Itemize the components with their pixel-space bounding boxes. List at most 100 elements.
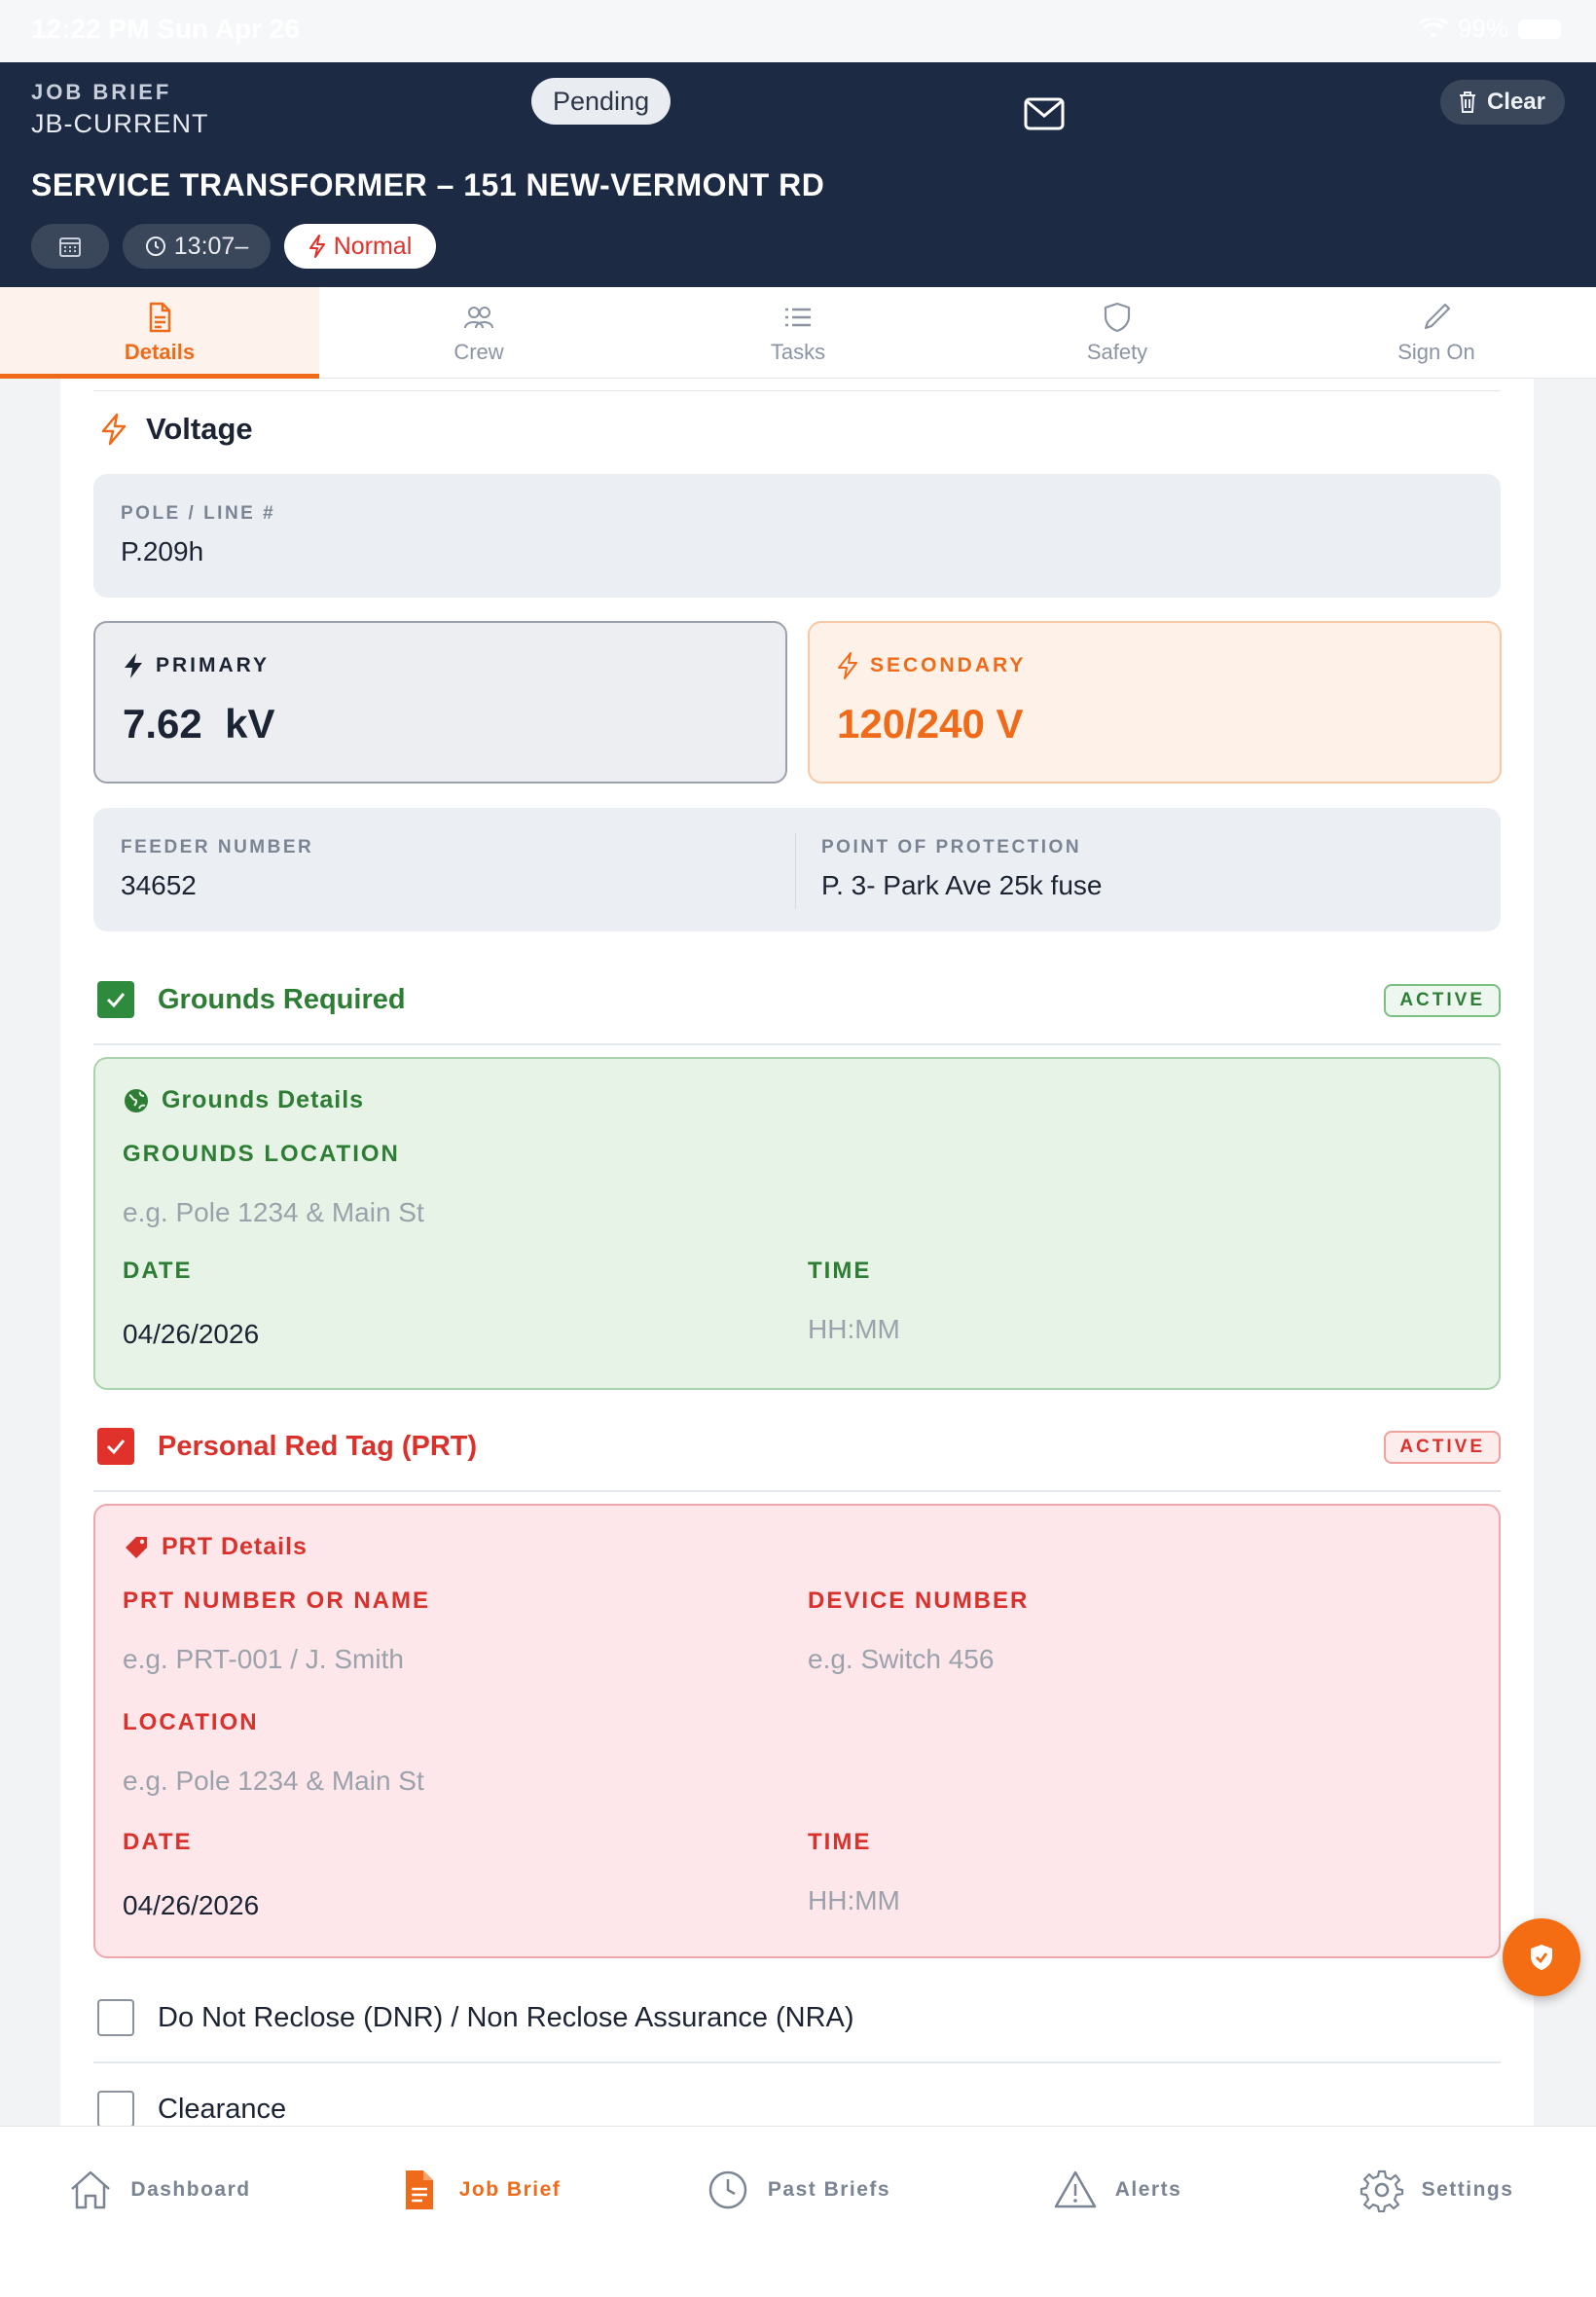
clearance-label: Clearance xyxy=(158,2093,287,2125)
clear-button[interactable]: Clear xyxy=(1439,80,1565,125)
secondary-value: 120/240 V xyxy=(837,701,1024,747)
lightning-icon xyxy=(308,235,325,258)
feeder-field[interactable]: FEEDER NUMBER 34652 xyxy=(121,837,313,901)
wifi-icon xyxy=(1418,18,1448,38)
time-chip-label: 13:07– xyxy=(173,232,249,260)
nav-settings-label: Settings xyxy=(1421,2178,1514,2201)
secondary-voltage-card[interactable]: SECONDARY 120/240 V xyxy=(808,621,1502,784)
tab-tasks[interactable]: Tasks xyxy=(638,287,958,379)
tag-icon xyxy=(126,1536,147,1558)
document-icon xyxy=(149,302,171,333)
safety-fab-button[interactable] xyxy=(1503,1918,1580,1996)
shield-icon xyxy=(1104,302,1131,333)
prt-time-label: TIME xyxy=(808,1829,872,1855)
nav-past-briefs-label: Past Briefs xyxy=(767,2178,891,2201)
nav-alerts[interactable]: Alerts xyxy=(958,2127,1277,2253)
prt-date-label: DATE xyxy=(123,1829,193,1855)
checkmark-icon xyxy=(106,993,126,1008)
checkmark-icon xyxy=(106,1440,126,1455)
feeder-protection-box: FEEDER NUMBER 34652 POINT OF PROTECTION … xyxy=(93,808,1501,931)
status-badge[interactable]: Pending xyxy=(531,78,671,125)
clock-icon xyxy=(708,2170,747,2209)
priority-chip[interactable]: Normal xyxy=(284,224,436,269)
tab-details[interactable]: Details xyxy=(0,287,319,379)
nav-job-brief[interactable]: Job Brief xyxy=(319,2127,638,2253)
feeder-label: FEEDER NUMBER xyxy=(121,837,314,857)
primary-voltage-card[interactable]: PRIMARY 7.62 kV xyxy=(93,621,787,784)
grounds-required-label: Grounds Required xyxy=(158,983,406,1015)
primary-value: 7.62 kV xyxy=(123,701,275,747)
nav-dashboard-label: Dashboard xyxy=(130,2178,251,2201)
device-number-label: DEVICE NUMBER xyxy=(808,1587,1030,1614)
trash-icon xyxy=(1459,91,1475,113)
status-bar: 12:22 PM Sun Apr 26 99% xyxy=(0,0,1596,62)
prt-details-panel: PRT Details PRT NUMBER OR NAME e.g. PRT-… xyxy=(93,1504,1501,1958)
page-title: SERVICE TRANSFORMER – 151 NEW-VERMONT RD xyxy=(31,167,825,202)
dnr-label: Do Not Reclose (DNR) / Non Reclose Assur… xyxy=(158,2001,854,2033)
prt-location-input[interactable]: e.g. Pole 1234 & Main St xyxy=(123,1766,424,1797)
prt-row[interactable]: Personal Red Tag (PRT) xyxy=(97,1427,477,1466)
tab-safety[interactable]: Safety xyxy=(958,287,1277,379)
prt-number-input[interactable]: e.g. PRT-001 / J. Smith xyxy=(123,1644,404,1675)
prt-date-input[interactable]: 04/26/2026 xyxy=(123,1890,259,1921)
grounds-date-input[interactable]: 04/26/2026 xyxy=(123,1319,259,1350)
grounds-checkbox[interactable] xyxy=(97,981,134,1018)
clearance-row[interactable]: Clearance xyxy=(97,2090,286,2126)
prt-status-badge: ACTIVE xyxy=(1384,1431,1501,1464)
lightning-icon xyxy=(125,653,142,678)
tab-sign-on[interactable]: Sign On xyxy=(1277,287,1596,379)
secondary-label: SECONDARY xyxy=(870,654,1027,676)
prt-time-input[interactable]: HH:MM xyxy=(808,1885,900,1916)
nav-alerts-label: Alerts xyxy=(1114,2178,1182,2201)
dnr-row[interactable]: Do Not Reclose (DNR) / Non Reclose Assur… xyxy=(97,1998,854,2037)
nav-past-briefs[interactable]: Past Briefs xyxy=(638,2127,958,2253)
voltage-title: Voltage xyxy=(146,412,253,446)
nav-dashboard[interactable]: Dashboard xyxy=(0,2127,319,2253)
prt-checkbox[interactable] xyxy=(97,1428,134,1465)
home-icon xyxy=(71,2170,111,2209)
clock-icon xyxy=(145,237,165,256)
divider xyxy=(93,1043,1501,1045)
grounds-location-label: GROUNDS LOCATION xyxy=(123,1141,400,1167)
list-icon xyxy=(785,308,811,327)
protection-field[interactable]: POINT OF PROTECTION P. 3- Park Ave 25k f… xyxy=(821,837,1102,901)
lightning-icon xyxy=(101,413,127,446)
grounds-time-input[interactable]: HH:MM xyxy=(808,1314,900,1345)
tab-safety-label: Safety xyxy=(1086,340,1148,364)
feeder-value: 34652 xyxy=(121,870,197,900)
prt-label: Personal Red Tag (PRT) xyxy=(158,1430,478,1462)
nav-settings[interactable]: Settings xyxy=(1277,2127,1596,2253)
protection-label: POINT OF PROTECTION xyxy=(821,837,1082,857)
tab-crew-label: Crew xyxy=(453,340,504,364)
bottom-nav: Dashboard Job Brief Past Briefs Alerts S… xyxy=(0,2126,1596,2297)
tab-sign-on-label: Sign On xyxy=(1397,340,1475,364)
prt-details-title: PRT Details xyxy=(162,1533,308,1560)
clearance-checkbox[interactable] xyxy=(97,2091,134,2126)
grounds-status-badge: ACTIVE xyxy=(1384,984,1501,1017)
mail-icon[interactable] xyxy=(1024,97,1065,130)
nav-job-brief-label: Job Brief xyxy=(458,2178,562,2201)
priority-label: Normal xyxy=(333,232,413,260)
date-chip[interactable] xyxy=(31,224,109,269)
job-brief-icon xyxy=(405,2170,433,2209)
pole-line-field[interactable]: POLE / LINE # P.209h xyxy=(93,474,1501,598)
dnr-checkbox[interactable] xyxy=(97,1999,134,2036)
tab-crew[interactable]: Crew xyxy=(319,287,638,379)
prt-number-label: PRT NUMBER OR NAME xyxy=(123,1587,430,1614)
grounds-required-row[interactable]: Grounds Required xyxy=(97,980,406,1019)
device-number-input[interactable]: e.g. Switch 456 xyxy=(808,1644,994,1675)
tab-tasks-label: Tasks xyxy=(770,340,826,364)
shield-check-icon xyxy=(1531,1945,1552,1970)
time-chip[interactable]: 13:07– xyxy=(123,224,271,269)
clear-label: Clear xyxy=(1486,89,1545,115)
pencil-icon xyxy=(1424,303,1451,330)
grounds-details-header: Grounds Details xyxy=(123,1086,364,1114)
divider xyxy=(93,1490,1501,1492)
primary-label: PRIMARY xyxy=(156,654,271,676)
prt-details-header: PRT Details xyxy=(123,1533,308,1561)
warning-icon xyxy=(1054,2170,1096,2208)
status-time: 12:22 PM Sun Apr 26 xyxy=(31,14,300,44)
grounds-location-input[interactable]: e.g. Pole 1234 & Main St xyxy=(123,1197,424,1228)
pole-value: P.209h xyxy=(121,536,204,566)
globe-icon xyxy=(125,1088,148,1112)
